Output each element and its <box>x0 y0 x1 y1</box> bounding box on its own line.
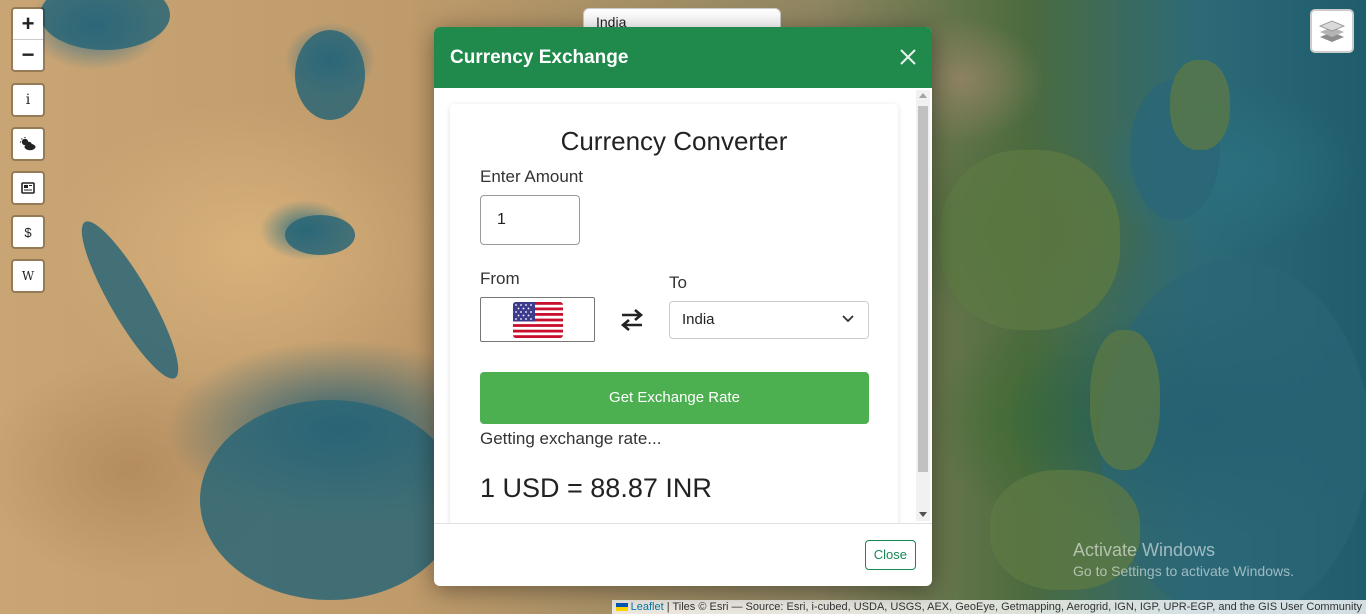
converter-card: Currency Converter Enter Amount 1 From T… <box>450 104 898 523</box>
status-text: Getting exchange rate... <box>480 429 662 448</box>
modal-title: Currency Exchange <box>450 46 629 68</box>
scroll-up-icon[interactable] <box>919 93 927 98</box>
from-currency-select[interactable] <box>480 297 595 342</box>
korea-land <box>1170 60 1230 150</box>
get-exchange-rate-button[interactable]: Get Exchange Rate <box>480 372 869 424</box>
wikipedia-button[interactable]: W <box>11 259 45 293</box>
converter-title: Currency Converter <box>560 126 788 156</box>
scroll-down-icon[interactable] <box>919 512 927 517</box>
close-icon[interactable] <box>898 47 918 67</box>
chevron-down-icon <box>842 315 854 323</box>
news-button[interactable] <box>11 171 45 205</box>
ukraine-flag-icon <box>615 603 628 612</box>
zoom-in-button[interactable]: + <box>13 9 43 39</box>
to-currency-select[interactable]: India <box>669 301 869 339</box>
leaflet-link[interactable]: Leaflet <box>631 601 664 613</box>
currency-modal: Currency Exchange Currency Converter Ent… <box>434 27 932 586</box>
layers-button[interactable] <box>1310 9 1354 53</box>
exchange-result: 1 USD = 88.87 INR <box>480 473 712 503</box>
modal-scrollbar[interactable] <box>916 90 930 521</box>
zoom-control: + − <box>11 7 45 72</box>
wikipedia-icon: W <box>21 269 35 283</box>
info-button[interactable]: i <box>11 83 45 117</box>
modal-header: Currency Exchange <box>434 27 932 88</box>
persian-gulf <box>285 215 355 255</box>
caspian-sea <box>295 30 365 120</box>
currency-button[interactable]: $ <box>11 215 45 249</box>
red-sea <box>67 212 193 388</box>
watermark-subtitle: Go to Settings to activate Windows. <box>1073 563 1294 579</box>
weather-icon <box>20 137 36 151</box>
china-land <box>940 150 1120 330</box>
arabian-sea <box>200 400 460 600</box>
attribution-text: | Tiles © Esri — Source: Esri, i-cubed, … <box>666 601 1362 613</box>
windows-watermark: Activate Windows Go to Settings to activ… <box>1073 540 1294 579</box>
modal-footer: Close <box>434 523 932 586</box>
scrollbar-thumb[interactable] <box>918 106 928 472</box>
from-label: From <box>480 269 520 288</box>
to-label: To <box>669 273 687 292</box>
weather-button[interactable] <box>11 127 45 161</box>
newspaper-icon <box>21 182 35 194</box>
dollar-icon: $ <box>24 224 32 240</box>
map-attribution: Leaflet | Tiles © Esri — Source: Esri, i… <box>611 600 1366 614</box>
modal-body[interactable]: Currency Converter Enter Amount 1 From T… <box>434 88 932 523</box>
amount-input[interactable]: 1 <box>480 195 580 245</box>
us-flag-icon <box>512 301 563 338</box>
zoom-out-button[interactable]: − <box>13 39 43 70</box>
close-button[interactable]: Close <box>864 540 916 570</box>
swap-icon[interactable] <box>620 309 644 331</box>
black-sea <box>40 0 170 50</box>
info-icon: i <box>25 92 31 108</box>
philippines-land <box>1090 330 1160 470</box>
watermark-title: Activate Windows <box>1073 540 1216 560</box>
to-currency-value: India <box>682 311 715 328</box>
layers-icon <box>1318 20 1346 42</box>
amount-label: Enter Amount <box>480 167 584 186</box>
